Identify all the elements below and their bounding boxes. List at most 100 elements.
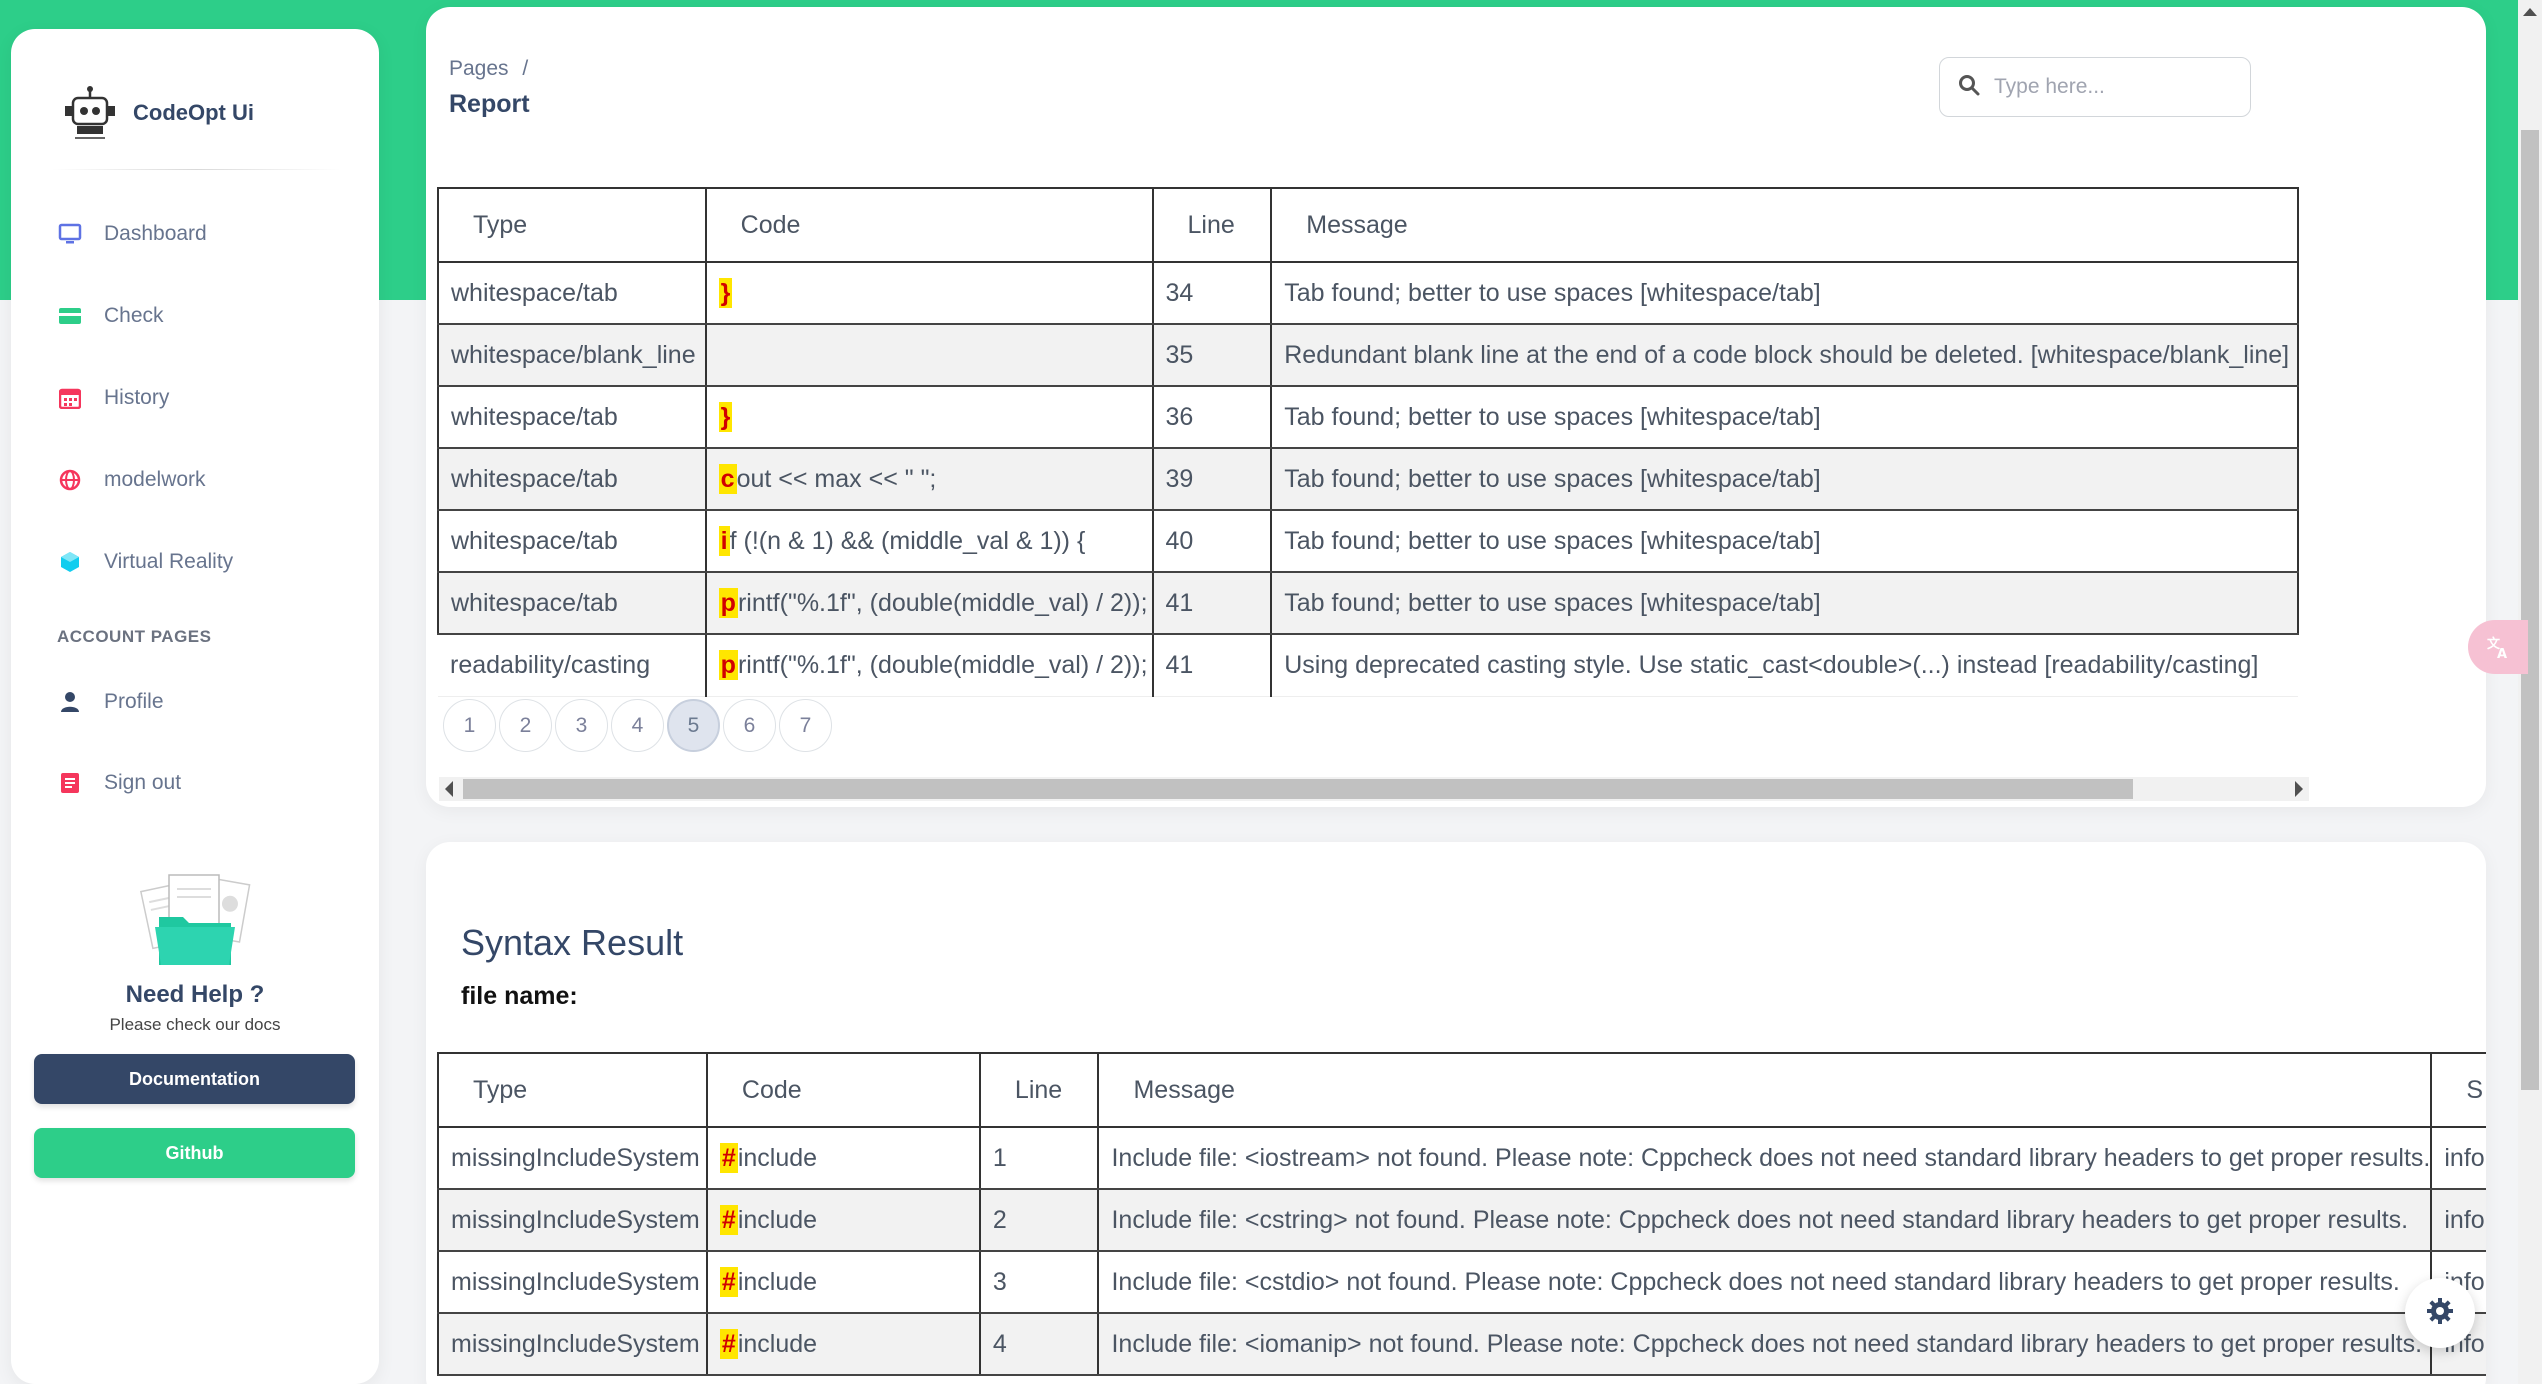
scroll-left-icon[interactable] (445, 781, 453, 797)
cell-severity: info (2430, 1189, 2486, 1252)
table-row: whitespace/tab cout << max << " "; 39 Ta… (437, 448, 2299, 511)
search-box[interactable] (1939, 57, 2251, 117)
sidebar-item-sign-out[interactable]: Sign out (56, 758, 181, 808)
code-text: rintf("%.1f", (double(middle_val) / 2)); (737, 651, 1148, 680)
document-icon (56, 769, 84, 797)
column-header-type[interactable]: Type (437, 187, 707, 263)
code-text: include (737, 1206, 818, 1234)
sidebar-item-history[interactable]: History (56, 373, 169, 423)
code-highlight: p (718, 588, 738, 618)
cell-message: Tab found; better to use spaces [whitesp… (1270, 572, 2299, 635)
cell-message: Using deprecated casting style. Use stat… (1270, 634, 2298, 697)
table-row: missingIncludeSystem #include 1 Include … (437, 1127, 2486, 1190)
cell-code: #include (705, 1189, 981, 1252)
code-text: f (!(n & 1) && (middle_val & 1)) { (729, 527, 1086, 555)
page-button-5-active[interactable]: 5 (667, 699, 720, 752)
settings-gear-button[interactable] (2405, 1278, 2475, 1348)
breadcrumb-root[interactable]: Pages (449, 57, 509, 80)
cell-line: 3 (978, 1251, 1100, 1314)
search-input[interactable] (1994, 75, 2224, 99)
pagination: 1 2 3 4 5 6 7 (443, 699, 835, 752)
calendar-icon (56, 384, 84, 412)
page-button-3[interactable]: 3 (555, 699, 608, 752)
cell-code: #include (705, 1313, 981, 1376)
sidebar-item-modelwork[interactable]: modelwork (56, 455, 206, 505)
code-text: include (737, 1144, 818, 1172)
code-text: include (737, 1268, 818, 1296)
table-row: missingIncludeSystem #include 4 Include … (437, 1313, 2486, 1376)
scrollbar-thumb[interactable] (463, 779, 2133, 799)
table-row: readability/casting printf("%.1f", (doub… (438, 634, 2298, 697)
cell-message: Redundant blank line at the end of a cod… (1270, 324, 2299, 387)
cell-code: cout << max << " "; (704, 448, 1154, 511)
vertical-scrollbar[interactable] (2518, 0, 2542, 1384)
sidebar-item-label: Dashboard (104, 222, 207, 245)
column-header-line[interactable]: Line (978, 1052, 1100, 1128)
code-text: out << max << " "; (736, 465, 937, 493)
page-button-1[interactable]: 1 (443, 699, 496, 752)
column-header-severity[interactable]: S (2430, 1052, 2486, 1128)
sidebar-item-label: Profile (104, 690, 164, 713)
cell-code: #include (705, 1251, 981, 1314)
translate-icon[interactable]: 文A (2468, 620, 2528, 674)
syntax-card: Syntax Result file name: Type Code Line … (426, 842, 2486, 1384)
cell-code: printf("%.1f", (double(middle_val) / 2))… (704, 634, 1154, 697)
column-header-code[interactable]: Code (705, 1052, 981, 1128)
code-highlight: # (719, 1205, 738, 1235)
table-row: whitespace/blank_line 35 Redundant blank… (437, 324, 2299, 387)
table-header-row: Type Code Line Message (437, 187, 2299, 263)
section-title-account-pages: ACCOUNT PAGES (57, 627, 212, 646)
search-icon (1958, 74, 1980, 101)
page-button-2[interactable]: 2 (499, 699, 552, 752)
help-subtitle: Please check our docs (109, 1015, 281, 1034)
column-header-message[interactable]: Message (1270, 187, 2299, 263)
table-row: missingIncludeSystem #include 3 Include … (437, 1251, 2486, 1314)
brand[interactable]: CodeOpt Ui (61, 63, 254, 163)
breadcrumb: Pages / (449, 57, 528, 81)
cell-code: } (704, 386, 1154, 449)
column-header-code[interactable]: Code (704, 187, 1154, 263)
robot-logo-icon (61, 84, 119, 142)
cell-severity: info (2430, 1127, 2486, 1190)
scrollbar-thumb[interactable] (2521, 130, 2539, 1090)
sidebar-item-profile[interactable]: Profile (56, 677, 164, 727)
svg-text:A: A (2497, 647, 2507, 660)
cell-line: 2 (978, 1189, 1100, 1252)
help-card: Need Help ? Please check our docs (11, 869, 379, 1035)
column-header-type[interactable]: Type (437, 1052, 708, 1128)
code-text: include (737, 1330, 818, 1358)
code-highlight: # (719, 1267, 738, 1297)
scroll-up-icon[interactable] (2523, 8, 2537, 16)
column-header-message[interactable]: Message (1097, 1052, 2433, 1128)
page-button-7[interactable]: 7 (779, 699, 832, 752)
horizontal-scrollbar[interactable] (439, 777, 2309, 801)
app-root: CodeOpt Ui Dashboard Check History model… (0, 0, 2542, 1384)
column-header-line[interactable]: Line (1151, 187, 1273, 263)
sidebar-item-check[interactable]: Check (56, 291, 164, 341)
code-highlight: c (718, 464, 737, 494)
cell-line: 36 (1151, 386, 1273, 449)
page-title: Report (449, 90, 530, 118)
sidebar: CodeOpt Ui Dashboard Check History model… (11, 29, 379, 1384)
code-highlight: i (718, 526, 730, 556)
cell-type: whitespace/tab (437, 262, 707, 325)
documentation-button[interactable]: Documentation (34, 1054, 355, 1104)
sidebar-item-label: Virtual Reality (104, 550, 234, 573)
cell-line: 34 (1151, 262, 1273, 325)
cell-code: if (!(n & 1) && (middle_val & 1)) { (704, 510, 1154, 573)
page-button-4[interactable]: 4 (611, 699, 664, 752)
page-button-6[interactable]: 6 (723, 699, 776, 752)
sidebar-item-dashboard[interactable]: Dashboard (56, 209, 207, 259)
scroll-right-icon[interactable] (2295, 781, 2303, 797)
cell-code: } (704, 262, 1154, 325)
cell-type: missingIncludeSystem (437, 1189, 708, 1252)
cell-code: #include (705, 1127, 981, 1190)
brand-divider (51, 169, 341, 170)
syntax-title: Syntax Result (461, 922, 684, 963)
github-button[interactable]: Github (34, 1128, 355, 1178)
cell-line: 35 (1151, 324, 1273, 387)
cell-message: Tab found; better to use spaces [whitesp… (1270, 510, 2299, 573)
sidebar-item-virtual-reality[interactable]: Virtual Reality (56, 537, 233, 587)
code-highlight: # (719, 1329, 738, 1359)
brand-name: CodeOpt Ui (133, 100, 254, 125)
